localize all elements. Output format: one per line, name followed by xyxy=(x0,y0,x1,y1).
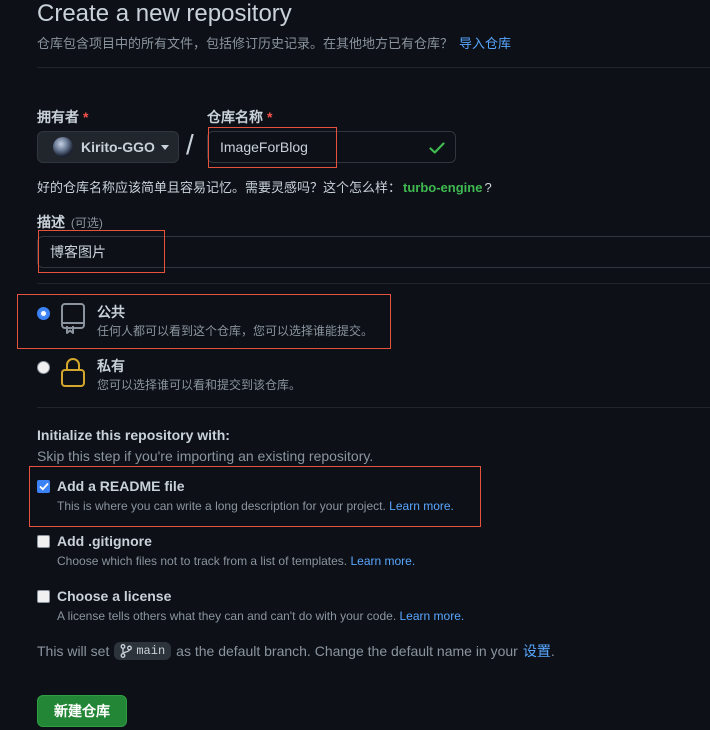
private-desc: 您可以选择谁可以看和提交到该仓库。 xyxy=(97,378,302,392)
lock-icon xyxy=(61,358,85,387)
description-label: 描述 (可选) xyxy=(37,212,103,232)
license-learn-more-link[interactable]: Learn more. xyxy=(400,609,465,623)
subtitle-text: 仓库包含项目中的所有文件，包括修订历史记录。在其他地方已有仓库？ xyxy=(37,36,454,51)
branch-note-middle: as the default branch. Change the defaul… xyxy=(176,643,518,659)
highlight-box xyxy=(38,230,165,273)
gitignore-desc-text: Choose which files not to track from a l… xyxy=(57,554,348,568)
gitignore-checkbox[interactable] xyxy=(37,535,50,548)
repo-name-hint: 好的仓库名称应该简单且容易记忆。需要灵感吗？这个怎么样： turbo-engine… xyxy=(37,177,492,196)
init-subtitle: Skip this step if you're importing an ex… xyxy=(37,448,374,464)
highlight-box xyxy=(29,466,481,527)
license-checkbox[interactable] xyxy=(37,590,50,603)
owner-repo-separator: / xyxy=(186,129,194,160)
required-mark: * xyxy=(83,109,89,125)
branch-name: main xyxy=(136,644,166,658)
hint-text: 好的仓库名称应该简单且容易记忆。需要灵感吗？这个怎么样： xyxy=(37,180,402,195)
page-subtitle: 仓库包含项目中的所有文件，包括修订历史记录。在其他地方已有仓库？ 导入仓库 xyxy=(37,33,511,52)
gitignore-title: Add .gitignore xyxy=(57,533,152,549)
owner-value: Kirito-GGO xyxy=(81,139,155,155)
check-icon xyxy=(429,142,445,154)
page-title: Create a new repository xyxy=(37,0,292,27)
gitignore-desc: Choose which files not to track from a l… xyxy=(57,554,415,568)
init-title: Initialize this repository with: xyxy=(37,427,230,443)
branch-chip: main xyxy=(114,642,172,660)
avatar xyxy=(53,137,73,157)
git-branch-icon xyxy=(120,644,133,658)
license-desc-text: A license tells others what they can and… xyxy=(57,609,397,623)
create-repository-button[interactable]: 新建仓库 xyxy=(37,695,127,727)
highlight-box xyxy=(17,294,391,349)
description-label-text: 描述 xyxy=(37,214,65,230)
divider xyxy=(37,67,710,68)
divider xyxy=(37,283,710,284)
hint-suffix: ? xyxy=(484,180,492,195)
owner-dropdown[interactable]: Kirito-GGO xyxy=(37,131,179,163)
owner-label: 拥有者 * xyxy=(37,107,88,127)
caret-down-icon xyxy=(160,144,169,150)
branch-note-suffix: . xyxy=(550,643,555,659)
private-title: 私有 xyxy=(97,358,125,374)
branch-note-prefix: This will set xyxy=(37,643,110,659)
license-title: Choose a license xyxy=(57,588,172,604)
divider xyxy=(37,407,710,408)
repo-name-label: 仓库名称 * xyxy=(207,107,272,127)
optional-note: (可选) xyxy=(70,216,103,230)
repo-name-label-text: 仓库名称 xyxy=(207,109,263,125)
settings-link[interactable]: 设置 xyxy=(523,643,551,659)
highlight-box xyxy=(208,127,337,168)
name-suggestion[interactable]: turbo-engine xyxy=(403,180,482,195)
owner-label-text: 拥有者 xyxy=(37,109,79,125)
import-repo-link[interactable]: 导入仓库 xyxy=(459,36,511,51)
default-branch-note: This will set main as the default branch… xyxy=(37,641,555,661)
gitignore-learn-more-link[interactable]: Learn more. xyxy=(350,554,415,568)
license-desc: A license tells others what they can and… xyxy=(57,609,464,623)
required-mark: * xyxy=(267,109,273,125)
private-radio[interactable] xyxy=(37,361,50,374)
